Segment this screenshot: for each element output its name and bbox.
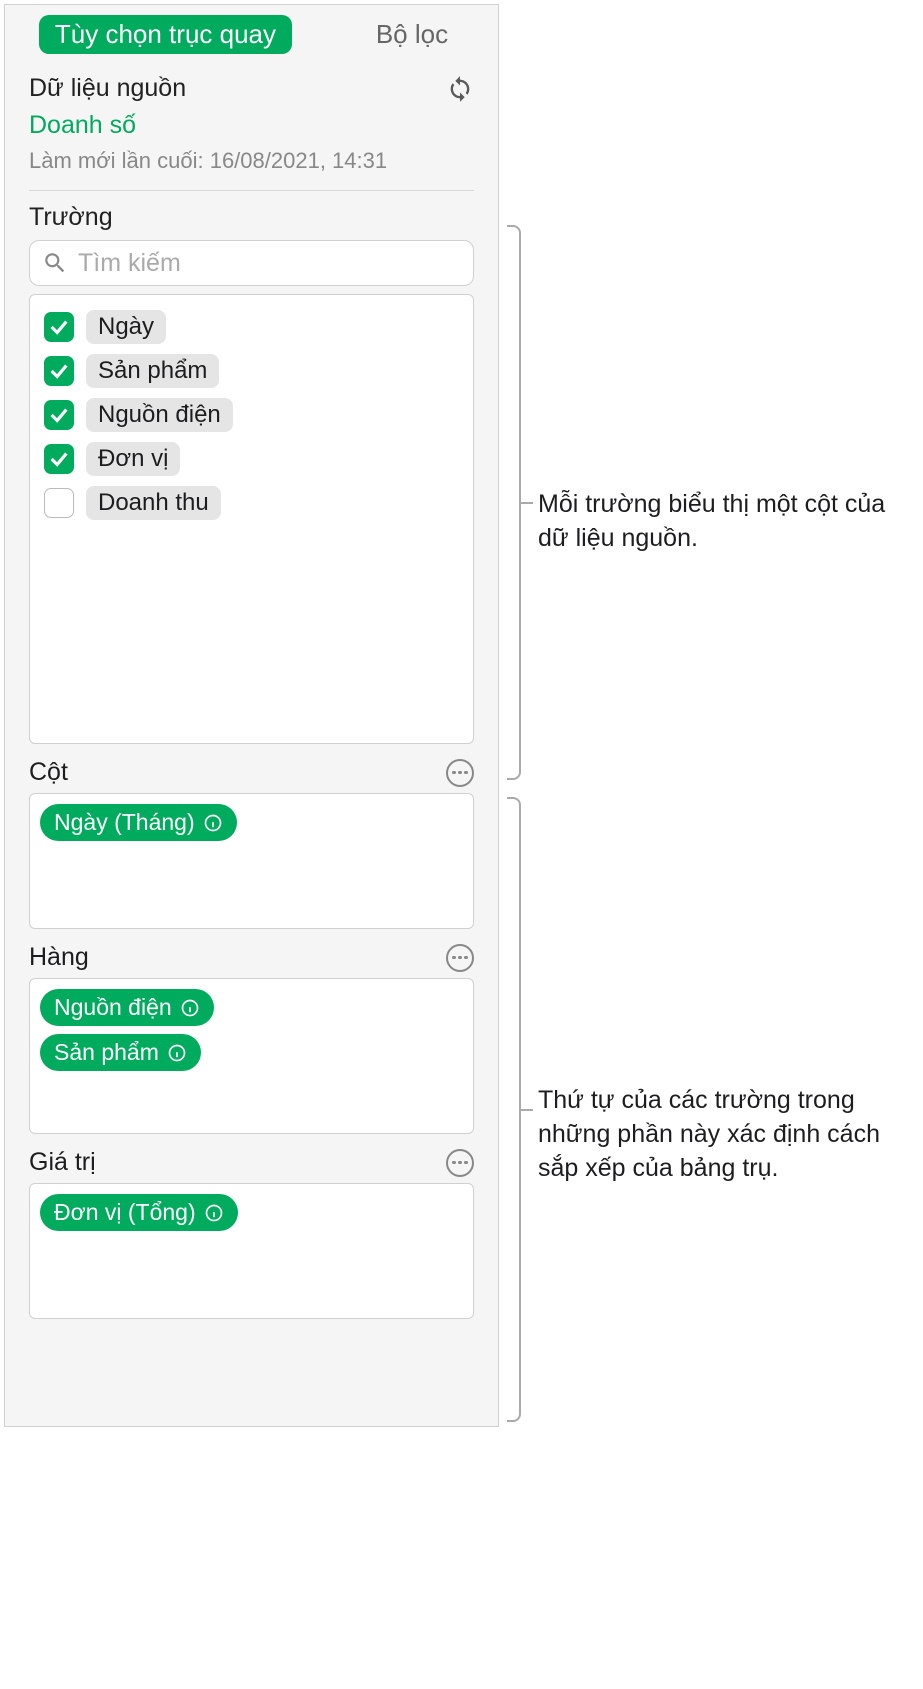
columns-dropzone[interactable]: Ngày (Tháng) bbox=[29, 793, 474, 929]
search-input[interactable] bbox=[78, 249, 461, 278]
field-checkbox[interactable] bbox=[44, 356, 74, 386]
field-row: Doanh thu bbox=[40, 481, 463, 525]
columns-more-button[interactable] bbox=[446, 759, 474, 787]
pill-label: Đơn vị (Tổng) bbox=[54, 1199, 196, 1226]
search-icon bbox=[42, 250, 68, 276]
field-pill[interactable]: Ngày (Tháng) bbox=[40, 804, 237, 841]
source-data-section: Dữ liệu nguồn Doanh số Làm mới lần cuối:… bbox=[29, 62, 474, 191]
pivot-options-panel: Tùy chọn trục quay Bộ lọc Dữ liệu nguồn … bbox=[4, 4, 499, 1427]
field-checkbox[interactable] bbox=[44, 312, 74, 342]
rows-label: Hàng bbox=[29, 943, 89, 972]
field-pill[interactable]: Sản phẩm bbox=[40, 1034, 201, 1071]
info-icon bbox=[167, 1043, 187, 1063]
field-checkbox[interactable] bbox=[44, 488, 74, 518]
field-row: Đơn vị bbox=[40, 437, 463, 481]
fields-search[interactable] bbox=[29, 240, 474, 286]
pill-label: Nguồn điện bbox=[54, 994, 172, 1021]
tab-pivot-options[interactable]: Tùy chọn trục quay bbox=[39, 15, 292, 54]
values-label: Giá trị bbox=[29, 1148, 96, 1177]
callout-bracket bbox=[507, 797, 521, 1422]
field-pill[interactable]: Nguồn điện bbox=[40, 989, 214, 1026]
pill-label: Sản phẩm bbox=[54, 1039, 159, 1066]
rows-section: Hàng Nguồn điện Sản phẩm bbox=[5, 929, 498, 1134]
source-table-name: Doanh số bbox=[29, 111, 474, 140]
field-checkbox[interactable] bbox=[44, 400, 74, 430]
panel-tabs: Tùy chọn trục quay Bộ lọc bbox=[5, 5, 498, 62]
field-tag[interactable]: Đơn vị bbox=[86, 442, 180, 476]
field-row: Sản phẩm bbox=[40, 349, 463, 393]
info-icon bbox=[180, 998, 200, 1018]
field-tag[interactable]: Nguồn điện bbox=[86, 398, 233, 432]
rows-dropzone[interactable]: Nguồn điện Sản phẩm bbox=[29, 978, 474, 1134]
field-tag[interactable]: Ngày bbox=[86, 310, 166, 344]
callout-leader bbox=[521, 1109, 533, 1111]
columns-label: Cột bbox=[29, 758, 68, 787]
fields-label: Trường bbox=[29, 203, 474, 232]
field-tag[interactable]: Doanh thu bbox=[86, 486, 221, 520]
callout-fields: Mỗi trường biểu thị một cột của dữ liệu … bbox=[538, 488, 898, 556]
fields-section: Trường Ngày Sản phẩm Nguồn điện Đơn vị Doanh… bbox=[5, 191, 498, 744]
columns-section: Cột Ngày (Tháng) bbox=[5, 744, 498, 929]
refresh-icon[interactable] bbox=[446, 75, 474, 103]
values-dropzone[interactable]: Đơn vị (Tổng) bbox=[29, 1183, 474, 1319]
tab-filter[interactable]: Bộ lọc bbox=[360, 15, 464, 54]
fields-list: Ngày Sản phẩm Nguồn điện Đơn vị Doanh thu bbox=[29, 294, 474, 744]
values-section: Giá trị Đơn vị (Tổng) bbox=[5, 1134, 498, 1319]
values-more-button[interactable] bbox=[446, 1149, 474, 1177]
field-pill[interactable]: Đơn vị (Tổng) bbox=[40, 1194, 238, 1231]
last-refreshed-label: Làm mới lần cuối: 16/08/2021, 14:31 bbox=[29, 148, 474, 174]
field-row: Nguồn điện bbox=[40, 393, 463, 437]
field-checkbox[interactable] bbox=[44, 444, 74, 474]
source-data-label: Dữ liệu nguồn bbox=[29, 74, 186, 103]
info-icon bbox=[204, 1203, 224, 1223]
rows-more-button[interactable] bbox=[446, 944, 474, 972]
callout-order: Thứ tự của các trường trong những phần n… bbox=[538, 1084, 898, 1185]
info-icon bbox=[203, 813, 223, 833]
callout-leader bbox=[521, 502, 533, 504]
pill-label: Ngày (Tháng) bbox=[54, 809, 195, 836]
field-row: Ngày bbox=[40, 305, 463, 349]
field-tag[interactable]: Sản phẩm bbox=[86, 354, 219, 388]
callout-bracket bbox=[507, 225, 521, 780]
